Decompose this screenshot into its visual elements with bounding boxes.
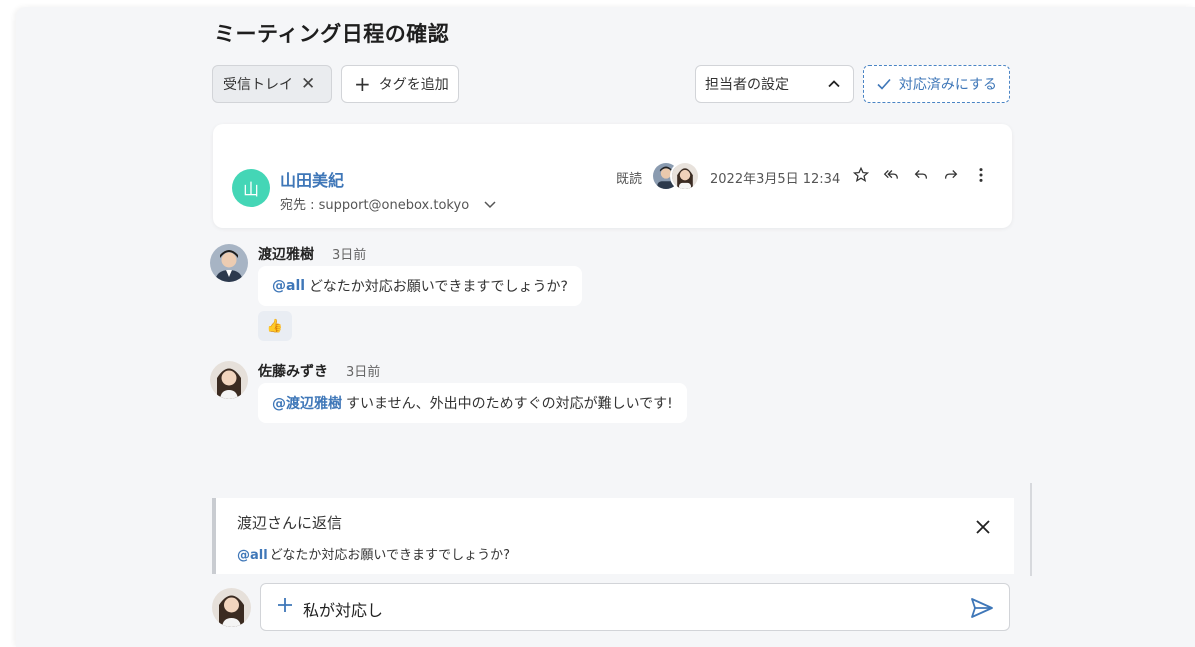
close-icon[interactable] xyxy=(974,518,992,536)
avatar[interactable] xyxy=(210,244,248,282)
add-tag-button[interactable]: + タグを追加 xyxy=(341,65,459,103)
plus-icon: + xyxy=(354,72,371,96)
mark-done-label: 対応済みにする xyxy=(898,77,998,93)
plus-icon[interactable] xyxy=(275,595,295,615)
comment-author: 佐藤みずき 3日前 xyxy=(258,364,381,380)
assignee-select[interactable]: 担当者の設定 xyxy=(695,65,854,103)
read-by-avatars[interactable] xyxy=(651,161,701,191)
thumbs-up-reaction[interactable]: 👍 xyxy=(258,311,292,341)
comment-text: どなたか対応お願いできますでしょうか? xyxy=(309,279,568,295)
close-icon[interactable]: ✕ xyxy=(301,74,315,94)
comment-time: 3日前 xyxy=(346,365,381,380)
tag-inbox-label: 受信トレイ xyxy=(223,77,293,93)
mention: @all xyxy=(237,548,268,563)
reply-icon[interactable] xyxy=(910,164,932,186)
forward-icon[interactable] xyxy=(940,164,962,186)
reply-all-icon[interactable] xyxy=(880,164,902,186)
mention[interactable]: @渡辺雅樹 xyxy=(272,393,342,413)
sender-name[interactable]: 山田美紀 xyxy=(280,167,344,191)
assignee-label: 担当者の設定 xyxy=(705,77,789,93)
chevron-down-icon[interactable] xyxy=(483,197,497,211)
mail-header-card: 山 山田美紀 宛先 : support@onebox.tokyo 既読 2022… xyxy=(213,124,1012,228)
composer-input[interactable]: 私が対応し xyxy=(303,597,383,621)
chevron-up-icon xyxy=(828,80,840,88)
recipient-text: 宛先 : support@onebox.tokyo xyxy=(280,198,470,213)
mail-date: 2022年3月5日 12:34 xyxy=(710,172,841,187)
comment-bubble: @all どなたか対応お願いできますでしょうか? xyxy=(258,266,582,306)
star-icon[interactable] xyxy=(850,164,872,186)
reply-quote: @all どなたか対応お願いできますでしょうか? xyxy=(237,548,511,563)
avatar xyxy=(670,161,700,191)
reply-preview: 渡辺さんに返信 @all どなたか対応お願いできますでしょうか? xyxy=(212,498,1014,574)
mark-done-button[interactable]: 対応済みにする xyxy=(863,65,1010,103)
comment-author: 渡辺雅樹 3日前 xyxy=(258,247,367,263)
more-vertical-icon[interactable] xyxy=(970,164,992,186)
reply-title: 渡辺さんに返信 xyxy=(237,514,343,532)
scrollbar[interactable] xyxy=(1030,483,1032,576)
tag-inbox[interactable]: 受信トレイ ✕ xyxy=(212,65,332,103)
mention[interactable]: @all xyxy=(272,278,305,294)
recipient-line[interactable]: 宛先 : support@onebox.tokyo xyxy=(280,194,497,213)
check-icon xyxy=(877,78,891,90)
sender-avatar[interactable]: 山 xyxy=(232,169,270,207)
read-label: 既読 xyxy=(616,172,643,187)
page-title: ミーティング日程の確認 xyxy=(214,22,450,46)
send-icon[interactable] xyxy=(969,595,995,621)
comment-time: 3日前 xyxy=(332,248,367,263)
mail-actions xyxy=(850,164,1000,186)
message-composer[interactable]: 私が対応し xyxy=(260,583,1010,631)
comment-bubble: @渡辺雅樹 すいません、外出中のためすぐの対応が難しいです! xyxy=(258,383,687,423)
comment-text: すいません、外出中のためすぐの対応が難しいです! xyxy=(346,396,673,412)
avatar[interactable] xyxy=(210,361,248,399)
avatar xyxy=(212,588,251,627)
add-tag-label: タグを追加 xyxy=(378,77,449,93)
